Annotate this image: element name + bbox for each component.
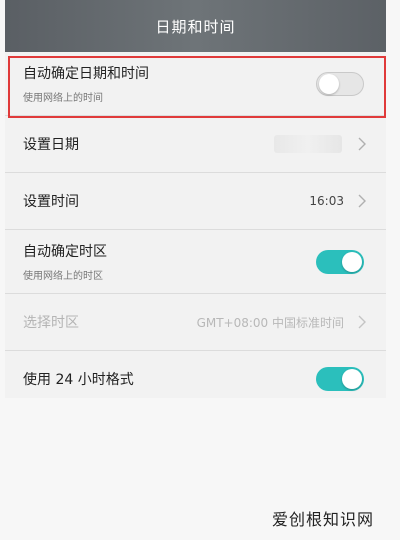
settings-screen: 日期和时间 自动确定日期和时间 使用网络上的时间 设置日期 设置时间 16:03… — [5, 0, 386, 398]
select-timezone-label: 选择时区 — [23, 315, 79, 331]
toggle-knob — [342, 251, 362, 272]
title-bar: 日期和时间 — [5, 0, 386, 52]
use-24h-toggle[interactable] — [316, 367, 364, 391]
set-time-value: 16:03 — [309, 194, 344, 208]
auto-datetime-label: 自动确定日期和时间 — [23, 66, 149, 82]
auto-timezone-toggle[interactable] — [316, 249, 364, 274]
use-24h-label: 使用 24 小时格式 — [23, 372, 134, 388]
chevron-right-icon — [356, 136, 368, 152]
use-24h-row[interactable]: 使用 24 小时格式 — [5, 351, 386, 398]
auto-timezone-texts: 自动确定时区 使用网络上的时区 — [23, 241, 316, 282]
set-time-label: 设置时间 — [23, 194, 79, 210]
set-date-texts: 设置日期 — [23, 134, 274, 154]
blurred-date-value — [274, 135, 342, 153]
use-24h-texts: 使用 24 小时格式 — [23, 369, 316, 389]
auto-datetime-sub: 使用网络上的时间 — [23, 93, 103, 104]
toggle-knob — [319, 73, 339, 94]
auto-datetime-texts: 自动确定日期和时间 使用网络上的时间 — [23, 63, 316, 104]
auto-datetime-row[interactable]: 自动确定日期和时间 使用网络上的时间 — [5, 52, 386, 116]
set-time-texts: 设置时间 — [23, 191, 309, 211]
select-timezone-value: GMT+08:00 中国标准时间 — [196, 315, 344, 330]
auto-timezone-sub: 使用网络上的时区 — [23, 271, 103, 282]
auto-timezone-row[interactable]: 自动确定时区 使用网络上的时区 — [5, 230, 386, 294]
watermark: 爱创根知识网 — [271, 510, 374, 529]
toggle-knob — [342, 369, 362, 389]
auto-datetime-toggle[interactable] — [316, 71, 364, 96]
chevron-right-icon — [356, 193, 368, 209]
select-timezone-texts: 选择时区 — [23, 312, 197, 332]
chevron-right-icon — [356, 314, 368, 330]
select-timezone-row[interactable]: 选择时区 GMT+08:00 中国标准时间 — [5, 294, 386, 351]
page-title: 日期和时间 — [155, 17, 236, 36]
set-date-label: 设置日期 — [23, 137, 79, 153]
set-time-row[interactable]: 设置时间 16:03 — [5, 173, 386, 230]
set-date-row[interactable]: 设置日期 — [5, 116, 386, 173]
auto-timezone-label: 自动确定时区 — [23, 244, 107, 260]
